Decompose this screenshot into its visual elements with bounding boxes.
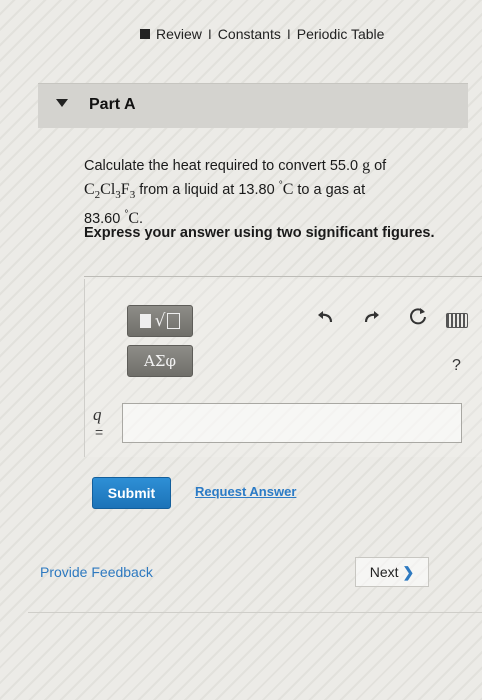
- unit-gram: g: [362, 157, 371, 174]
- chemical-formula: C2Cl3F3: [84, 180, 135, 201]
- template-box-icon: [139, 314, 151, 328]
- equals-sign: =: [95, 424, 104, 440]
- keyboard-icon[interactable]: [446, 313, 468, 328]
- top-links: Review I Constants I Periodic Table: [140, 26, 384, 42]
- divider: [84, 276, 482, 277]
- separator: I: [207, 26, 212, 42]
- next-button[interactable]: Next ❯: [355, 557, 429, 587]
- question-text: Calculate the heat required to convert 5…: [84, 156, 444, 229]
- reset-icon[interactable]: [408, 306, 428, 332]
- next-label: Next: [369, 564, 399, 580]
- review-link[interactable]: Review: [156, 26, 202, 42]
- question-segment: to a gas at: [293, 181, 366, 198]
- submit-button[interactable]: Submit: [92, 477, 171, 509]
- chevron-right-icon: ❯: [402, 563, 415, 580]
- answer-variable: q: [93, 405, 102, 424]
- collapse-triangle-icon[interactable]: [56, 99, 68, 107]
- formula-element: Cl: [100, 180, 116, 198]
- formula-element: F: [120, 180, 130, 198]
- answer-input[interactable]: [122, 403, 462, 443]
- request-answer-link[interactable]: Request Answer: [195, 484, 296, 499]
- part-title: Part A: [89, 96, 136, 113]
- periodic-table-link[interactable]: Periodic Table: [297, 26, 385, 42]
- provide-feedback-link[interactable]: Provide Feedback: [40, 564, 153, 580]
- unit-celsius: C: [282, 180, 294, 198]
- question-segment: of: [370, 158, 387, 174]
- square-root-icon: √: [154, 311, 166, 331]
- square-bullet-icon: [140, 29, 150, 39]
- templates-button[interactable]: √: [127, 305, 193, 337]
- formula-element: C: [84, 180, 95, 198]
- template-box-icon: [167, 313, 181, 329]
- greek-symbols-button[interactable]: ΑΣφ: [127, 345, 193, 377]
- undo-icon[interactable]: [316, 309, 334, 330]
- question-segment: from a liquid at 13.80: [135, 181, 279, 198]
- separator: I: [286, 26, 291, 42]
- divider: [28, 612, 482, 613]
- instruction-text: Express your answer using two significan…: [84, 225, 435, 241]
- question-segment: Calculate the heat required to convert 5…: [84, 158, 363, 174]
- constants-link[interactable]: Constants: [218, 26, 281, 42]
- part-a-header[interactable]: Part A: [38, 83, 468, 128]
- help-button[interactable]: ?: [452, 357, 461, 375]
- redo-icon[interactable]: [363, 309, 381, 330]
